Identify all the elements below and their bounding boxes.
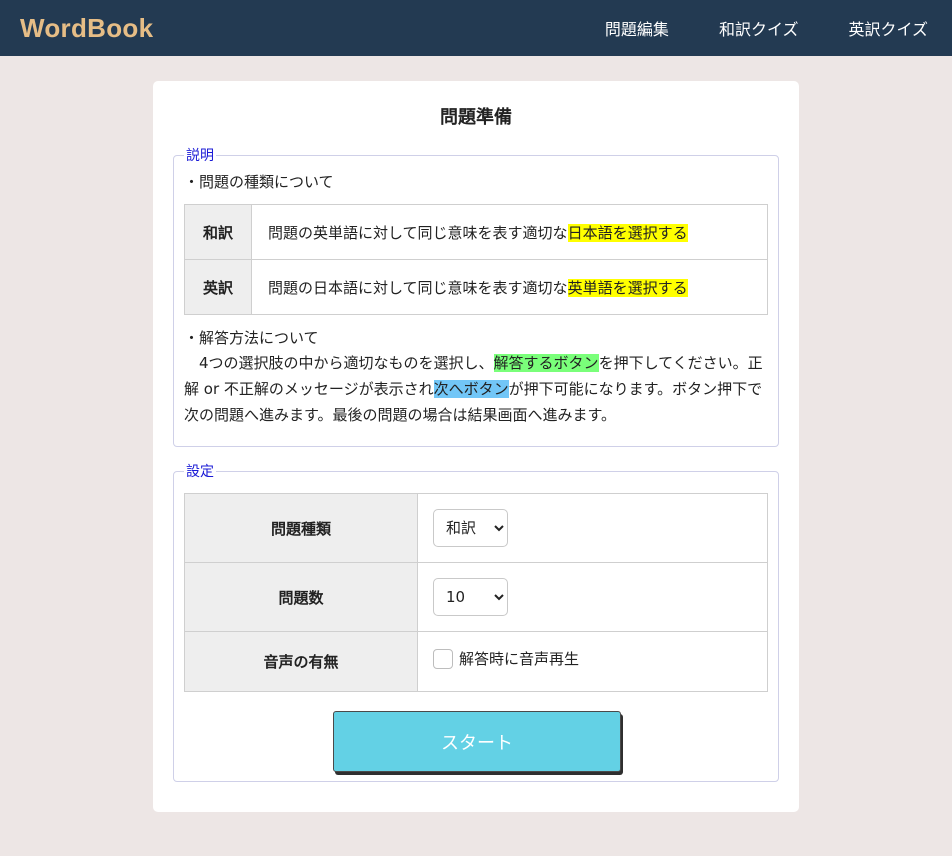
method-text-part: 4つの選択肢の中から適切なものを選択し、 <box>199 354 494 372</box>
settings-table: 問題種類 和訳 問題数 10 音声の有無 解答時に音声再生 <box>184 493 768 692</box>
table-row: 音声の有無 解答時に音声再生 <box>184 631 768 692</box>
audio-checkbox-label[interactable]: 解答時に音声再生 <box>459 648 579 669</box>
type-desc-text: 問題の英単語に対して同じ意味を表す適切な <box>268 223 568 242</box>
audio-cell: 解答時に音声再生 <box>417 631 768 692</box>
table-row: 問題種類 和訳 <box>184 493 768 563</box>
question-type-cell: 和訳 <box>417 493 768 563</box>
question-type-select[interactable]: 和訳 <box>433 509 508 547</box>
table-row: 問題数 10 <box>184 562 768 632</box>
types-table: 和訳 問題の英単語に対して同じ意味を表す適切な日本語を選択する 英訳 問題の日本… <box>184 204 768 315</box>
question-type-label: 問題種類 <box>184 493 418 563</box>
type-head-english: 英訳 <box>184 259 252 315</box>
type-head-japanese: 和訳 <box>184 204 252 260</box>
table-row: 和訳 問題の英単語に対して同じ意味を表す適切な日本語を選択する <box>184 204 768 260</box>
question-count-cell: 10 <box>417 562 768 632</box>
types-heading: ・問題の種類について <box>184 173 334 191</box>
question-count-select[interactable]: 10 <box>433 578 508 616</box>
quiz-setup-card: 問題準備 説明 ・問題の種類について 和訳 問題の英単語に対して同じ意味を表す適… <box>153 81 799 812</box>
navbar: WordBook 問題編集 和訳クイズ 英訳クイズ <box>0 0 952 56</box>
answer-button-highlight: 解答するボタン <box>493 354 599 372</box>
settings-legend: 設定 <box>186 464 214 480</box>
settings-section: 設定 問題種類 和訳 問題数 10 音声の有無 解答時に音声再生 スタート <box>173 461 779 782</box>
brand-logo[interactable]: WordBook <box>20 13 153 44</box>
type-desc-highlight: 日本語を選択する <box>567 223 688 242</box>
next-button-highlight: 次へボタン <box>433 380 509 398</box>
audio-checkbox[interactable] <box>433 648 453 669</box>
audio-checkbox-wrap[interactable]: 解答時に音声再生 <box>433 648 767 669</box>
page-title: 問題準備 <box>440 107 512 128</box>
type-desc-text: 問題の日本語に対して同じ意味を表す適切な <box>268 278 568 297</box>
type-desc-japanese: 問題の英単語に対して同じ意味を表す適切な日本語を選択する <box>251 204 768 260</box>
audio-label: 音声の有無 <box>184 631 418 692</box>
start-button[interactable]: スタート <box>333 711 621 772</box>
nav-links: 問題編集 和訳クイズ 英訳クイズ <box>605 16 928 40</box>
type-desc-highlight: 英単語を選択する <box>567 278 688 297</box>
nav-link-japanese-quiz[interactable]: 和訳クイズ <box>719 16 799 40</box>
nav-link-english-quiz[interactable]: 英訳クイズ <box>848 16 928 40</box>
method-text: 4つの選択肢の中から適切なものを選択し、解答するボタンを押下してください。正解 … <box>184 350 768 428</box>
question-count-label: 問題数 <box>184 562 418 632</box>
description-legend: 説明 <box>186 148 214 164</box>
table-row: 英訳 問題の日本語に対して同じ意味を表す適切な英単語を選択する <box>184 259 768 315</box>
method-heading: ・解答方法について <box>184 329 319 347</box>
type-desc-english: 問題の日本語に対して同じ意味を表す適切な英単語を選択する <box>251 259 768 315</box>
description-section: 説明 ・問題の種類について 和訳 問題の英単語に対して同じ意味を表す適切な日本語… <box>173 145 779 447</box>
nav-link-edit-questions[interactable]: 問題編集 <box>605 16 669 40</box>
